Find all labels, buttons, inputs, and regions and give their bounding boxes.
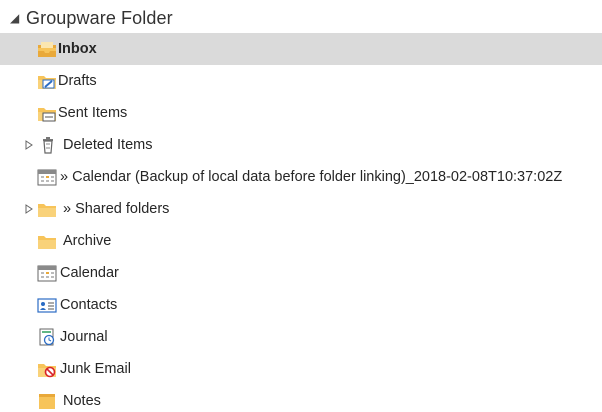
folder-item-calendar[interactable]: Calendar — [0, 257, 602, 289]
folder-label-contacts: Contacts — [60, 297, 118, 313]
calendar-icon — [37, 264, 57, 282]
tree-root-label: Groupware Folder — [26, 7, 173, 28]
folder-label-calendar: Calendar — [60, 265, 119, 281]
folder-label-journal: Journal — [60, 329, 108, 345]
deleted-items-icon — [38, 136, 58, 154]
tree-root-groupware-folder[interactable]: ◢ Groupware Folder — [0, 3, 602, 33]
folder-label-notes: Notes — [63, 393, 101, 409]
notes-icon — [37, 392, 57, 410]
folder-item-junk-email[interactable]: Junk Email — [0, 353, 602, 385]
folder-item-journal[interactable]: Journal — [0, 321, 602, 353]
folder-item-drafts[interactable]: Drafts — [0, 65, 602, 97]
folder-item-contacts[interactable]: Contacts — [0, 289, 602, 321]
junk-email-icon — [37, 360, 57, 378]
folder-icon — [37, 200, 57, 218]
journal-icon — [37, 328, 57, 346]
collapse-triangle-icon[interactable]: ◢ — [10, 12, 26, 24]
folder-pane: ◢ Groupware Folder Inbox Drafts Sent Ite… — [0, 0, 602, 412]
calendar-icon — [37, 168, 57, 186]
folder-item-notes[interactable]: Notes — [0, 385, 602, 412]
folder-item-deleted-items[interactable]: Deleted Items — [0, 129, 602, 161]
inbox-icon — [37, 40, 57, 58]
folder-item-sent-items[interactable]: Sent Items — [0, 97, 602, 129]
drafts-icon — [37, 72, 57, 90]
contacts-icon — [37, 296, 57, 314]
folder-label-calendar-backup: » Calendar (Backup of local data before … — [60, 169, 563, 185]
folder-label-inbox: Inbox — [58, 41, 97, 57]
folder-item-inbox[interactable]: Inbox — [0, 33, 602, 65]
folder-icon — [37, 232, 57, 250]
folder-label-shared-folders: » Shared folders — [63, 201, 170, 217]
folder-label-deleted-items: Deleted Items — [63, 137, 153, 153]
folder-label-junk-email: Junk Email — [60, 361, 131, 377]
folder-item-archive[interactable]: Archive — [0, 225, 602, 257]
folder-label-sent-items: Sent Items — [58, 105, 128, 121]
expand-triangle-icon[interactable] — [23, 193, 35, 225]
expand-triangle-icon[interactable] — [23, 129, 35, 161]
folder-item-shared-folders[interactable]: » Shared folders — [0, 193, 602, 225]
folder-label-drafts: Drafts — [58, 73, 97, 89]
folder-item-calendar-backup[interactable]: » Calendar (Backup of local data before … — [0, 161, 602, 193]
sent-items-icon — [37, 104, 57, 122]
folder-label-archive: Archive — [63, 233, 112, 249]
